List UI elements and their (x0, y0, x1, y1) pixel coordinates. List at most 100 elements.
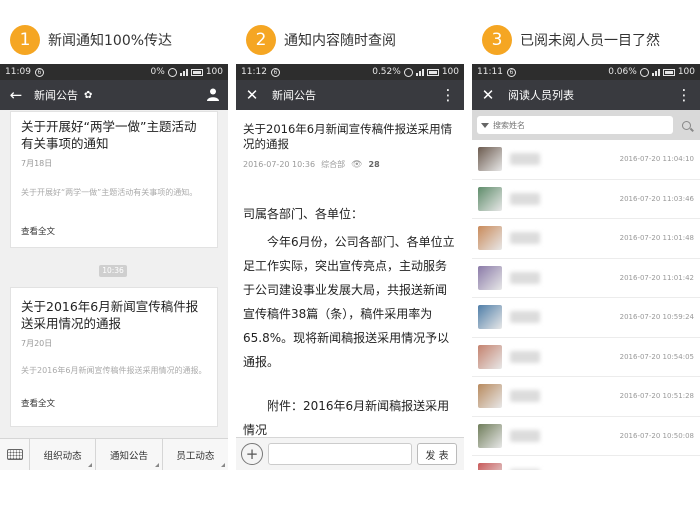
close-icon[interactable]: ✕ (244, 87, 260, 103)
comment-input[interactable] (268, 443, 412, 465)
step-caption: 新闻通知100%传达 (48, 33, 173, 49)
read-more-link[interactable]: 查看全文 (11, 397, 217, 409)
signal-icon (415, 68, 424, 76)
article-dept: 综合部 (321, 160, 346, 169)
read-time: 2016-07-20 11:01:42 (619, 273, 694, 282)
step-number: 3 (482, 25, 512, 55)
menu-org-news[interactable]: 组织动态 (30, 439, 97, 470)
phone-readers: 11:11 6 0.06% 100 ✕ 阅读人员列表 ⋮ 2016-07-20 (472, 64, 700, 470)
keyboard-toggle[interactable] (0, 439, 30, 470)
reader-list: 2016-07-20 11:04:10 2016-07-20 11:03:46 20… (472, 140, 700, 470)
read-time: 2016-07-20 10:54:05 (619, 352, 694, 361)
read-time: 2016-07-20 11:04:10 (619, 155, 694, 164)
reader-name-blurred (510, 311, 540, 324)
status-battery: 100 (205, 67, 223, 77)
search-row (472, 110, 700, 140)
reader-row[interactable]: 2016-07-20 11:04:10 (472, 140, 700, 180)
avatar (478, 265, 502, 290)
page-title: 新闻公告 (34, 89, 78, 102)
read-time: 2016-07-20 10:51:28 (619, 392, 694, 401)
phone-news-list: 11:09 6 0% 100 ← 新闻公告 ✿ 关于开展好“两学一做”主题活动有… (0, 64, 228, 470)
reader-name-blurred (510, 153, 540, 166)
back-arrow-icon[interactable]: ← (8, 87, 24, 103)
reader-name-blurred (510, 192, 540, 205)
search-input[interactable] (493, 120, 663, 130)
view-count: 28 (368, 160, 380, 169)
reader-row[interactable]: 2016-07-20 11:03:46 (472, 180, 700, 219)
status-net: 0.52% (372, 67, 401, 77)
avatar (478, 305, 502, 330)
status-battery: 100 (441, 67, 459, 77)
search-box (477, 116, 673, 134)
article-meta: 2016-07-20 10:36 综合部 👁 28 (243, 159, 457, 170)
status-time: 11:09 (5, 67, 31, 77)
card-summary: 关于开展好“两学一做”主题活动有关事项的通知。 (21, 188, 198, 197)
alarm-icon (639, 67, 649, 77)
avatar (478, 226, 502, 251)
bottom-menu: 组织动态 通知公告 员工动态 (0, 438, 228, 470)
article-title: 关于2016年6月新闻宣传稿件报送采用情况的通报 (243, 122, 453, 151)
battery-icon (662, 68, 675, 76)
avatar (478, 147, 502, 172)
more-menu-icon[interactable]: ⋮ (676, 87, 692, 103)
status-bar: 11:11 6 0.06% 100 (472, 64, 700, 80)
reader-row[interactable]: 2016-07-20 10:59:24 (472, 298, 700, 338)
stage: 1 新闻通知100%传达 2 通知内容随时查阅 3 已阅未阅人员一目了然 11:… (0, 0, 700, 520)
audio-icon: ✿ (84, 89, 93, 101)
app-notification-icon: 6 (34, 67, 44, 77)
alarm-icon (403, 67, 413, 77)
phone-article: 11:12 6 0.52% 100 ✕ 新闻公告 ⋮ 关于2016年6月新闻宣传… (236, 64, 464, 470)
step-1: 1 新闻通知100%传达 (10, 24, 172, 56)
read-time: 2016-07-20 11:03:46 (619, 194, 694, 203)
status-time: 11:12 (241, 67, 267, 77)
menu-notices[interactable]: 通知公告 (96, 439, 163, 470)
news-card[interactable]: 关于2016年6月新闻宣传稿件报送采用情况的通报 7月20日 关于2016年6月… (10, 287, 218, 427)
article-salutation: 司属各部门、各单位： (243, 207, 364, 221)
card-summary: 关于2016年6月新闻宣传稿件报送采用情况的通报。 (21, 366, 207, 375)
status-net: 0% (150, 67, 165, 77)
reader-row[interactable]: 2016-07-20 11:01:42 (472, 259, 700, 298)
search-button[interactable] (678, 117, 694, 133)
signal-icon (179, 68, 188, 76)
avatar (478, 423, 502, 448)
reader-row[interactable]: 2016-07-20 10:46:15 (472, 456, 700, 470)
read-time: 2016-07-20 10:50:08 (619, 431, 694, 440)
reader-name-blurred (510, 390, 540, 403)
reader-name-blurred (510, 429, 540, 442)
status-net: 0.06% (608, 67, 637, 77)
page-title: 阅读人员列表 (508, 89, 574, 102)
add-icon[interactable]: + (241, 443, 263, 465)
app-notification-icon: 6 (270, 67, 280, 77)
avatar (478, 344, 502, 369)
read-more-link[interactable]: 查看全文 (11, 225, 217, 237)
menu-staff-news[interactable]: 员工动态 (163, 439, 228, 470)
title-bar: ✕ 新闻公告 ⋮ (236, 80, 464, 110)
step-caption: 已阅未阅人员一目了然 (520, 33, 660, 49)
read-time: 2016-07-20 10:59:24 (619, 313, 694, 322)
more-menu-icon[interactable]: ⋮ (440, 87, 456, 103)
reader-row[interactable]: 2016-07-20 10:54:05 (472, 338, 700, 377)
reader-row[interactable]: 2016-07-20 10:51:28 (472, 377, 700, 417)
app-notification-icon: 6 (506, 67, 516, 77)
news-card[interactable]: 关于开展好“两学一做”主题活动有关事项的通知 7月18日 关于开展好“两学一做”… (10, 111, 218, 248)
avatar (478, 186, 502, 211)
article-body: 司属各部门、各单位： 今年6月份，公司各部门、各单位立足工作实际，突出宣传亮点，… (243, 202, 457, 442)
article: 关于2016年6月新闻宣传稿件报送采用情况的通报 2016-07-20 10:3… (236, 122, 464, 442)
step-2: 2 通知内容随时查阅 (246, 24, 396, 56)
avatar (478, 384, 502, 409)
reader-name-blurred (510, 232, 540, 245)
page-title: 新闻公告 (272, 89, 316, 102)
close-icon[interactable]: ✕ (480, 87, 496, 103)
article-date: 2016-07-20 10:36 (243, 160, 316, 169)
profile-icon[interactable] (206, 87, 220, 104)
dropdown-triangle-icon[interactable] (481, 122, 489, 128)
eye-icon: 👁 (351, 159, 363, 170)
reader-row[interactable]: 2016-07-20 10:50:08 (472, 417, 700, 456)
article-paragraph: 今年6月份，公司各部门、各单位立足工作实际，突出宣传亮点，主动服务于公司建设事业… (243, 235, 455, 369)
reader-row[interactable]: 2016-07-20 11:01:48 (472, 219, 700, 259)
battery-icon (426, 68, 439, 76)
reader-name-blurred (510, 469, 540, 470)
publish-button[interactable]: 发 表 (417, 443, 457, 465)
card-date: 7月20日 (21, 339, 53, 348)
status-bar: 11:09 6 0% 100 (0, 64, 228, 80)
